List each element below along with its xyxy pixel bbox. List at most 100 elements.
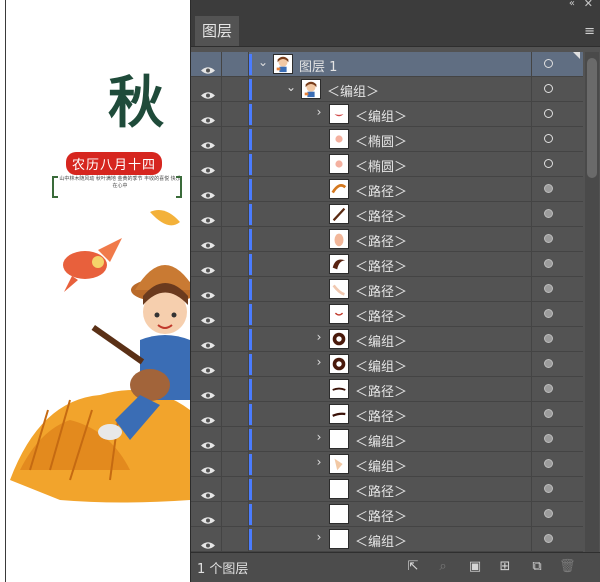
layer-name[interactable]: ＜编组＞ <box>355 356 407 375</box>
lock-toggle[interactable] <box>222 202 249 226</box>
chevron-right-icon[interactable]: › <box>313 455 325 469</box>
visibility-toggle[interactable] <box>191 502 222 526</box>
lock-toggle[interactable] <box>222 302 249 326</box>
visibility-toggle[interactable] <box>191 202 222 226</box>
target-circle-icon[interactable] <box>544 409 553 418</box>
artboard-canvas[interactable]: 秋 农历八月十四 山中林木随风动 秋叶满地 金黄的季节 丰收的喜悦 快乐在心中 <box>0 0 200 582</box>
chevron-right-icon[interactable]: › <box>313 105 325 119</box>
chevron-down-icon[interactable]: ⌄ <box>257 55 269 69</box>
chevron-right-icon[interactable]: › <box>313 355 325 369</box>
target-circle-icon[interactable] <box>544 309 553 318</box>
layer-row[interactable]: › ＜编组＞ <box>191 327 583 352</box>
layer-row[interactable]: ＜椭圆＞ <box>191 152 583 177</box>
chevron-right-icon[interactable]: › <box>313 530 325 544</box>
lock-toggle[interactable] <box>222 427 249 451</box>
layer-name[interactable]: ＜椭圆＞ <box>355 131 407 150</box>
layer-name[interactable]: 图层 1 <box>299 56 337 75</box>
target-circle-icon[interactable] <box>544 359 553 368</box>
visibility-toggle[interactable] <box>191 377 222 401</box>
target-circle-icon[interactable] <box>544 234 553 243</box>
layer-row[interactable]: › ＜编组＞ <box>191 527 583 552</box>
new-layer-button[interactable]: ⧉ <box>529 559 545 575</box>
target-circle-icon[interactable] <box>544 334 553 343</box>
visibility-toggle[interactable] <box>191 452 222 476</box>
target-circle-icon[interactable] <box>544 284 553 293</box>
layer-row[interactable]: ＜路径＞ <box>191 202 583 227</box>
layer-name[interactable]: ＜路径＞ <box>355 506 407 525</box>
target-circle-icon[interactable] <box>544 209 553 218</box>
lock-toggle[interactable] <box>222 102 249 126</box>
target-circle-icon[interactable] <box>544 134 553 143</box>
visibility-toggle[interactable] <box>191 152 222 176</box>
visibility-toggle[interactable] <box>191 352 222 376</box>
layer-name[interactable]: ＜路径＞ <box>355 206 407 225</box>
layer-row[interactable]: ⌄ ＜编组＞ <box>191 77 583 102</box>
layer-row[interactable]: › ＜编组＞ <box>191 452 583 477</box>
layer-row[interactable]: ＜路径＞ <box>191 302 583 327</box>
lock-toggle[interactable] <box>222 352 249 376</box>
layer-row[interactable]: ＜路径＞ <box>191 402 583 427</box>
layer-name[interactable]: ＜路径＞ <box>355 281 407 300</box>
layer-name[interactable]: ＜路径＞ <box>355 406 407 425</box>
lock-toggle[interactable] <box>222 177 249 201</box>
lock-toggle[interactable] <box>222 402 249 426</box>
lock-toggle[interactable] <box>222 227 249 251</box>
lock-toggle[interactable] <box>222 527 249 551</box>
target-circle-icon[interactable] <box>544 84 553 93</box>
layer-name[interactable]: ＜路径＞ <box>355 256 407 275</box>
lock-toggle[interactable] <box>222 377 249 401</box>
clipping-mask-button[interactable]: ▣ <box>467 559 483 575</box>
target-circle-icon[interactable] <box>544 434 553 443</box>
new-sublayer-button[interactable]: ⊞ <box>497 559 513 575</box>
visibility-toggle[interactable] <box>191 52 222 76</box>
layer-name[interactable]: ＜路径＞ <box>355 306 407 325</box>
visibility-toggle[interactable] <box>191 402 222 426</box>
layer-row[interactable]: ⌄ 图层 1 <box>191 52 583 77</box>
layer-row[interactable]: ＜路径＞ <box>191 502 583 527</box>
chevron-down-icon[interactable]: ⌄ <box>285 80 297 94</box>
target-circle-icon[interactable] <box>544 459 553 468</box>
lock-toggle[interactable] <box>222 477 249 501</box>
lock-toggle[interactable] <box>222 77 249 101</box>
layer-row[interactable]: › ＜编组＞ <box>191 102 583 127</box>
layer-row[interactable]: ＜路径＞ <box>191 252 583 277</box>
target-circle-icon[interactable] <box>544 184 553 193</box>
visibility-toggle[interactable] <box>191 477 222 501</box>
lock-toggle[interactable] <box>222 327 249 351</box>
lock-toggle[interactable] <box>222 52 249 76</box>
visibility-toggle[interactable] <box>191 302 222 326</box>
target-circle-icon[interactable] <box>544 259 553 268</box>
lock-toggle[interactable] <box>222 277 249 301</box>
layer-name[interactable]: ＜路径＞ <box>355 481 407 500</box>
lock-toggle[interactable] <box>222 502 249 526</box>
layer-row[interactable]: › ＜编组＞ <box>191 427 583 452</box>
layer-name[interactable]: ＜编组＞ <box>327 81 379 100</box>
layer-name[interactable]: ＜编组＞ <box>355 531 407 550</box>
visibility-toggle[interactable] <box>191 527 222 551</box>
layer-row[interactable]: ＜路径＞ <box>191 177 583 202</box>
layer-name[interactable]: ＜编组＞ <box>355 106 407 125</box>
layer-name[interactable]: ＜路径＞ <box>355 181 407 200</box>
panel-menu-icon[interactable]: ≡ <box>584 24 595 39</box>
layer-name[interactable]: ＜编组＞ <box>355 431 407 450</box>
layer-row[interactable]: ＜椭圆＞ <box>191 127 583 152</box>
layer-row[interactable]: › ＜编组＞ <box>191 352 583 377</box>
visibility-toggle[interactable] <box>191 252 222 276</box>
target-circle-icon[interactable] <box>544 384 553 393</box>
locate-object-button[interactable]: ⌕ <box>435 559 451 575</box>
layer-row[interactable]: ＜路径＞ <box>191 477 583 502</box>
layer-name[interactable]: ＜编组＞ <box>355 331 407 350</box>
target-circle-icon[interactable] <box>544 534 553 543</box>
layer-name[interactable]: ＜路径＞ <box>355 381 407 400</box>
visibility-toggle[interactable] <box>191 327 222 351</box>
layer-name[interactable]: ＜路径＞ <box>355 231 407 250</box>
chevron-right-icon[interactable]: › <box>313 330 325 344</box>
lock-toggle[interactable] <box>222 252 249 276</box>
visibility-toggle[interactable] <box>191 77 222 101</box>
layer-row[interactable]: ＜路径＞ <box>191 277 583 302</box>
target-circle-icon[interactable] <box>544 109 553 118</box>
target-circle-icon[interactable] <box>544 59 553 68</box>
lock-toggle[interactable] <box>222 152 249 176</box>
delete-button[interactable]: 🗑 <box>559 559 576 575</box>
visibility-toggle[interactable] <box>191 277 222 301</box>
